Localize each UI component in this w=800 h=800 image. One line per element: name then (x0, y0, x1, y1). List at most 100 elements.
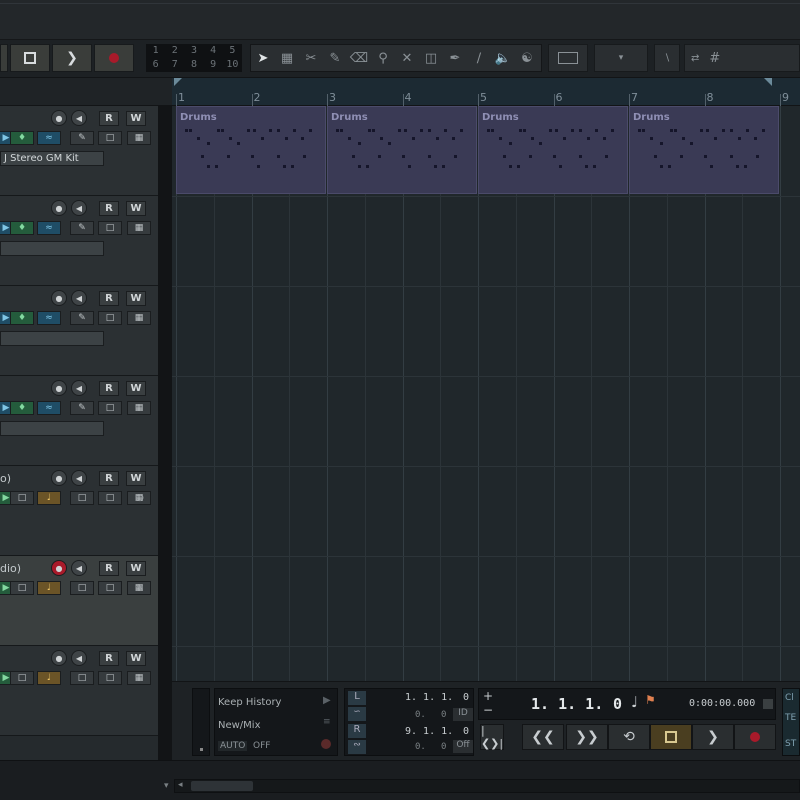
screenset-5[interactable]: 5 (223, 44, 242, 58)
read-automation-button[interactable]: R (99, 111, 119, 126)
eraser-icon[interactable]: ⌫ (347, 46, 371, 70)
auto-record-icon[interactable] (321, 739, 331, 749)
record-enable-icon[interactable]: ● (51, 110, 67, 126)
stop-button[interactable] (650, 724, 692, 750)
loop-button[interactable]: ⟲ (608, 724, 650, 750)
monitor-icon[interactable]: ◀ (71, 560, 87, 576)
nudge-plus[interactable]: + (483, 689, 493, 703)
record-enable-icon[interactable]: ● (51, 200, 67, 216)
pencil-icon[interactable]: ✎ (323, 46, 347, 70)
monitor-icon[interactable]: ◀ (71, 650, 87, 666)
eq-icon[interactable]: ≈ (37, 221, 61, 235)
history-play-icon[interactable]: ▶ (323, 695, 331, 706)
routing-icon[interactable]: □ (98, 491, 122, 505)
right-badge[interactable]: Off (453, 740, 473, 753)
track-header[interactable]: ● ◀ R W ▶ □ ♩ □ □ ▦ (0, 646, 158, 736)
folder-icon[interactable]: □ (98, 311, 122, 325)
track-header[interactable]: o) ● ◀ R W ▶ □ ♩ □ □ ▦ ○ (0, 466, 158, 556)
mute-tool-icon[interactable]: ✕ (395, 46, 419, 70)
output-button[interactable]: □ (10, 671, 34, 685)
screenset-3[interactable]: 3 (184, 44, 203, 58)
screenset-1[interactable]: 1 (146, 44, 165, 58)
lane-icon[interactable]: ▦ (127, 221, 151, 235)
record-enable-icon[interactable]: ● (51, 380, 67, 396)
folder-icon[interactable]: □ (70, 491, 94, 505)
screenset-8[interactable]: 8 (184, 58, 203, 72)
left-locator-value[interactable]: 1. 1. 1. (405, 692, 453, 703)
speaker-icon[interactable]: 🔈 (491, 46, 515, 70)
screenset-2[interactable]: 2 (165, 44, 184, 58)
output-button[interactable]: □ (10, 581, 34, 595)
bar-ruler[interactable]: 1 2 3 4 5 6 7 8 9 (172, 78, 800, 106)
edit-icon[interactable]: ✎ (70, 401, 94, 415)
auto-value[interactable]: OFF (253, 741, 270, 751)
lane-icon[interactable]: ▦ (127, 401, 151, 415)
window-button[interactable] (548, 44, 588, 72)
click-label[interactable]: Cl (785, 693, 794, 703)
color-icon[interactable]: ☯ (515, 46, 539, 70)
midi-note-icon[interactable]: ♩ (37, 581, 61, 595)
monitor-icon[interactable]: ◀ (71, 110, 87, 126)
pointer-icon[interactable]: ➤ (251, 46, 275, 70)
output-button[interactable]: ♦ (10, 221, 34, 235)
drum-part[interactable]: Drums (327, 106, 477, 194)
right-locator-tick[interactable]: 0 (463, 726, 469, 737)
right-curve-icon[interactable]: ∾ (348, 740, 366, 754)
edit-icon[interactable]: ✎ (70, 131, 94, 145)
track-header[interactable]: ● ◀ R W ▶ ♦ ≈ ✎ □ ▦ (0, 376, 158, 466)
eq-icon[interactable]: ≈ (37, 131, 61, 145)
right-loop-marker[interactable] (764, 78, 772, 86)
song-position-tick[interactable]: 0 (613, 695, 622, 713)
left-curve-icon[interactable]: ∽ (348, 707, 366, 721)
nudge-minus[interactable]: − (483, 703, 493, 717)
drum-part[interactable]: Drums (176, 106, 326, 194)
range-icon[interactable]: ▦ (275, 46, 299, 70)
snap-toggle[interactable]: ∖ (654, 44, 680, 72)
track-header[interactable]: ● ◀ R W ▶ ♦ ≈ ✎ □ ▦ (0, 286, 158, 376)
eq-icon[interactable]: ≈ (37, 311, 61, 325)
grid-controls[interactable]: ⇄ # (684, 44, 800, 72)
history-list-icon[interactable]: ≡ (323, 717, 331, 727)
lane-icon[interactable]: ▦ (127, 311, 151, 325)
track-header[interactable]: ● ◀ R W ▶ ♦ ≈ ✎ □ ▦ J Stereo GM Kit (0, 106, 158, 196)
monitor-icon[interactable]: ◀ (71, 470, 87, 486)
screenset-6[interactable]: 6 (146, 58, 165, 72)
play-button[interactable]: ❯ (692, 724, 734, 750)
song-position[interactable]: 1. 1. 1. (531, 695, 603, 713)
right-locator-icon[interactable]: R (348, 724, 366, 738)
folder-icon[interactable]: □ (98, 221, 122, 235)
arrange-grid[interactable]: Drums Drums Drums Drums (172, 106, 800, 681)
time-warp-icon[interactable]: ◫ (419, 46, 443, 70)
write-automation-button[interactable]: W (126, 111, 146, 126)
write-automation-button[interactable]: W (126, 471, 146, 486)
routing-icon[interactable]: □ (98, 581, 122, 595)
folder-icon[interactable]: □ (98, 131, 122, 145)
write-automation-button[interactable]: W (126, 651, 146, 666)
track-name[interactable]: dio) (0, 562, 21, 575)
track-splitter[interactable] (158, 106, 172, 760)
record-enable-icon[interactable]: ● (51, 470, 67, 486)
screenset-4[interactable]: 4 (204, 44, 223, 58)
right-locator-value[interactable]: 9. 1. 1. (405, 726, 453, 737)
midi-note-icon[interactable]: ♩ (37, 491, 61, 505)
record-button-top[interactable] (94, 44, 134, 72)
monitor-icon[interactable]: ◀ (71, 200, 87, 216)
time-mode-icon[interactable] (763, 699, 773, 709)
monitor-icon[interactable]: ◀ (71, 290, 87, 306)
dot-icon[interactable]: ○ (136, 493, 144, 503)
folder-icon[interactable]: □ (98, 401, 122, 415)
record-enable-icon[interactable]: ● (51, 290, 67, 306)
instrument-slot[interactable] (0, 421, 104, 436)
output-button[interactable]: ♦ (10, 131, 34, 145)
go-to-start-button[interactable]: |❮❯| (480, 724, 504, 750)
quantize-dropdown[interactable]: ▾ (594, 44, 648, 72)
keep-history-label[interactable]: Keep History (218, 697, 281, 708)
output-button[interactable]: ♦ (10, 401, 34, 415)
output-button[interactable]: ♦ (10, 311, 34, 325)
status-label[interactable]: ST (785, 739, 796, 749)
edit-icon[interactable]: ✎ (70, 221, 94, 235)
write-automation-button[interactable]: W (126, 291, 146, 306)
lane-icon[interactable]: ▦ (127, 131, 151, 145)
write-automation-button[interactable]: W (126, 201, 146, 216)
instrument-slot[interactable] (0, 241, 104, 256)
